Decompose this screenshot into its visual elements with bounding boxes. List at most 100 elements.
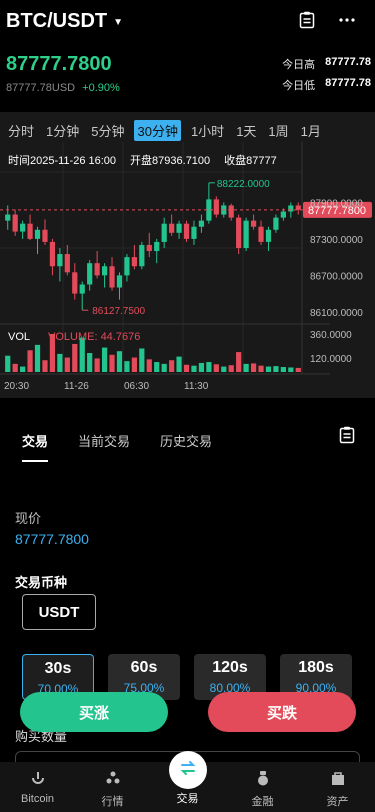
volume-bar (176, 356, 182, 372)
header: BTC/USDT ▼ (0, 0, 375, 46)
timeframe-option[interactable]: 分时 (6, 120, 36, 141)
candle-body (191, 226, 197, 239)
candle-body (20, 223, 26, 232)
volume-bar (42, 360, 48, 372)
candle-body (87, 263, 93, 285)
usd-value: 87777.78USD (6, 82, 76, 94)
nav-label: 交易 (176, 793, 199, 805)
timeframe-option[interactable]: 5分钟 (89, 120, 126, 141)
candle-body (124, 257, 130, 276)
candle-body (295, 205, 301, 210)
market-icon (105, 770, 121, 789)
nav-assets[interactable]: 资产 (300, 762, 375, 812)
volume-bar (57, 353, 63, 372)
volume-bar (94, 358, 100, 372)
x-tick-label: 11:30 (184, 381, 209, 392)
volume-bar (109, 354, 115, 372)
timeframe-option[interactable]: 1月 (299, 120, 323, 141)
timeframe-option[interactable]: 30分钟 (134, 120, 181, 141)
volume-tick-label: 360.0000 (310, 330, 352, 341)
volume-bar (228, 365, 234, 372)
finance-icon (255, 770, 271, 789)
volume-bar (280, 367, 286, 372)
volume-bar (12, 363, 18, 372)
volume-bar (198, 362, 205, 372)
candle-body (49, 241, 56, 267)
candle-body (109, 266, 115, 288)
nav-finance[interactable]: 金融 (225, 762, 300, 812)
volume-bar (236, 352, 242, 372)
buy-down-button[interactable]: 买跌 (208, 692, 356, 732)
orders-icon[interactable] (299, 11, 315, 29)
candle-body (101, 266, 108, 276)
timeframe-option[interactable]: 1小时 (189, 120, 226, 141)
candle-body (5, 214, 11, 221)
nav-bitcoin[interactable]: Bitcoin (0, 762, 75, 812)
high-label: 今日高 (282, 59, 316, 71)
candle-body (72, 272, 78, 294)
x-tick-label: 20:30 (4, 381, 29, 392)
candle-body (116, 275, 123, 288)
volume-bar (258, 365, 264, 372)
candle-body (139, 244, 145, 267)
low-value: 87777.78 (325, 77, 371, 89)
last-price: 87777.7800 (6, 53, 112, 75)
trade-tab[interactable]: 历史交易 (160, 431, 212, 462)
volume-bar (243, 363, 249, 372)
coin-label: 交易币种 (15, 575, 68, 590)
volume-bar (206, 362, 212, 372)
more-icon[interactable] (339, 18, 355, 22)
nav-market[interactable]: 行情 (75, 762, 150, 812)
nav-label: 金融 (251, 796, 274, 808)
candle-body (154, 241, 160, 252)
volume-bar (116, 351, 123, 372)
pair-selector[interactable]: BTC/USDT ▼ (6, 10, 123, 33)
nav-label: Bitcoin (20, 793, 55, 805)
trade-tabs: 交易 当前交易 历史交易 (22, 431, 212, 462)
candle-body (169, 223, 175, 233)
nav-label: 行情 (101, 796, 124, 808)
x-tick-label: 06:30 (124, 381, 149, 392)
candle-body (243, 220, 249, 248)
volume-bar (146, 359, 152, 372)
coin-option-usdt[interactable]: USDT (22, 594, 96, 630)
volume-bar (288, 367, 294, 372)
volume-bar (191, 365, 197, 372)
buy-up-button[interactable]: 买涨 (20, 692, 168, 732)
candle-body (250, 220, 257, 227)
high-row: 今日高 87777.78 (282, 56, 371, 72)
trade-center-button[interactable] (169, 751, 207, 789)
volume-tick-label: 120.0000 (310, 354, 352, 365)
x-tick-label: 11-26 (64, 381, 89, 392)
volume-bar (124, 361, 130, 372)
swap-icon (179, 759, 197, 782)
volume-bar (265, 366, 272, 372)
candle-body (198, 220, 205, 227)
candle-body (64, 254, 70, 273)
timeframe-option[interactable]: 1分钟 (44, 120, 81, 141)
y-tick-label: 86100.0000 (310, 308, 363, 319)
volume-bar (72, 343, 78, 372)
current-price-value: 87777.7800 (15, 531, 89, 547)
duration-time: 120s (212, 659, 248, 676)
trade-tab[interactable]: 当前交易 (78, 431, 130, 462)
candle-body (236, 217, 242, 248)
volume-value-label: VOLUME: 44.7676 (48, 331, 140, 343)
ohlc-info: 时间2025-11-26 16:00 开盘87936.7100 收盘87777 (8, 152, 330, 168)
volume-bar (213, 364, 219, 372)
assets-icon (330, 770, 346, 789)
candle-body (57, 254, 63, 267)
volume-label: VOL (8, 331, 30, 343)
timeframe-option[interactable]: 1天 (234, 120, 258, 141)
candle-body (12, 214, 18, 232)
candle-body (265, 229, 272, 242)
orders-list-icon[interactable] (339, 426, 355, 449)
timeframe-option[interactable]: 1周 (266, 120, 290, 141)
candle-body (131, 257, 137, 267)
y-tick-label: 87300.0000 (310, 235, 363, 246)
volume-bar (154, 362, 160, 372)
volume-bar (64, 357, 70, 372)
trade-tab[interactable]: 交易 (22, 431, 49, 462)
low-row: 今日低 87777.78 (282, 77, 371, 93)
high-value: 87777.78 (325, 56, 371, 68)
